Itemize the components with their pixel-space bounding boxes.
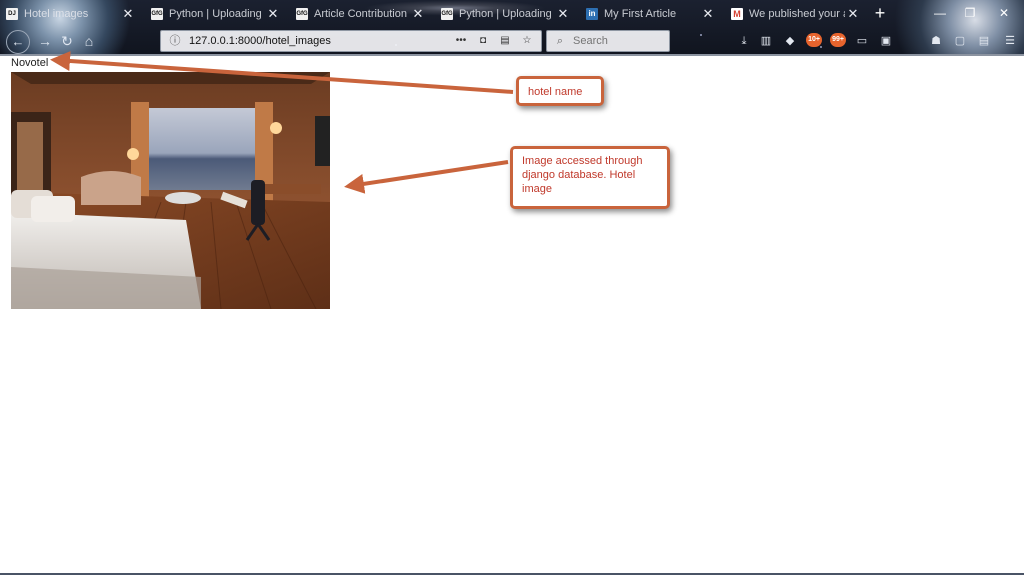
browser-chrome: DJ Hotel images ✕ GfG Python | Uploading… (0, 0, 1024, 56)
bookmark-star-icon[interactable]: ☆ (519, 34, 535, 48)
tab-title: Hotel images (24, 8, 89, 20)
search-icon: ⌕ (556, 34, 564, 47)
tab-hotel-images[interactable]: DJ Hotel images ✕ (0, 0, 142, 28)
back-arrow-icon[interactable]: ← (6, 30, 30, 54)
gfg-icon: GfG (441, 8, 453, 20)
arrow-to-hotel-image (344, 160, 509, 194)
gmail-icon: M (731, 8, 743, 20)
extension-icon[interactable]: ◆ (782, 33, 798, 49)
pocket-icon[interactable]: ◘ (475, 34, 491, 48)
tab-title: Python | Uploading im (169, 8, 265, 20)
gfg-icon: GfG (296, 8, 308, 20)
close-icon[interactable]: ✕ (410, 6, 426, 22)
hotel-name: Novotel (11, 57, 49, 69)
close-window-icon[interactable]: ✕ (994, 6, 1014, 22)
tab-title: Python | Uploading i (459, 8, 555, 20)
restore-icon[interactable]: ❐ (960, 6, 980, 22)
callout-hotel-name: hotel name (516, 76, 604, 106)
reader-view-icon[interactable]: ▤ (497, 34, 513, 48)
tab-python-uploading-2[interactable]: GfG Python | Uploading i ✕ (435, 0, 577, 28)
navigation-toolbar: ← → ↻ ⌂ ⓘ 127.0.0.1:8000/hotel_images ••… (0, 28, 1024, 54)
hamburger-menu-icon[interactable]: ☰ (1002, 33, 1018, 49)
hotel-image (11, 72, 330, 309)
tab-article-contribution[interactable]: GfG Article Contribution ✕ (290, 0, 432, 28)
screenshot-icon[interactable]: ▣ (878, 33, 894, 49)
ellipsis-icon[interactable]: ••• (453, 34, 469, 48)
close-icon[interactable]: ✕ (120, 6, 136, 22)
close-icon[interactable]: ✕ (265, 6, 281, 22)
extension-icon[interactable]: ▢ (952, 33, 968, 49)
extension-icon[interactable]: ☗ (928, 33, 944, 49)
toolbar-divider (0, 54, 1024, 56)
callout-hotel-image: Image accessed through django database. … (510, 146, 670, 209)
minimize-icon[interactable]: — (930, 6, 950, 22)
url-bar[interactable]: ⓘ 127.0.0.1:8000/hotel_images ••• ◘ ▤ ☆ (160, 30, 542, 52)
reload-icon[interactable]: ↻ (58, 32, 76, 50)
search-bar[interactable]: ⌕ (546, 30, 670, 52)
tab-title: We published your arti (749, 8, 845, 20)
download-icon[interactable]: ⤓ (736, 33, 752, 49)
close-icon[interactable]: ✕ (845, 6, 861, 22)
tab-we-published[interactable]: M We published your arti ✕ (725, 0, 867, 28)
info-icon[interactable]: ⓘ (167, 33, 183, 49)
tab-title: Article Contribution (314, 8, 407, 20)
sidebar-icon[interactable]: ▭ (854, 33, 870, 49)
close-icon[interactable]: ✕ (555, 6, 571, 22)
tab-strip: DJ Hotel images ✕ GfG Python | Uploading… (0, 0, 1024, 28)
search-input[interactable] (571, 34, 665, 48)
notification-badge[interactable]: 10+ (806, 33, 822, 47)
close-icon[interactable]: ✕ (700, 6, 716, 22)
linkedin-icon: in (586, 8, 598, 20)
library-icon[interactable]: ▥ (758, 33, 774, 49)
new-tab-button[interactable]: + (872, 4, 888, 22)
notification-badge[interactable]: 99+ (830, 33, 846, 47)
hotel-room-photo (11, 72, 330, 309)
url-text[interactable]: 127.0.0.1:8000/hotel_images (189, 35, 453, 47)
home-icon[interactable]: ⌂ (80, 32, 98, 50)
extension-icon[interactable]: ▤ (976, 33, 992, 49)
django-icon: DJ (6, 8, 18, 20)
tab-title: My First Article (604, 8, 677, 20)
tab-python-uploading[interactable]: GfG Python | Uploading im ✕ (145, 0, 287, 28)
tab-my-first-article[interactable]: in My First Article ✕ (580, 0, 722, 28)
gfg-icon: GfG (151, 8, 163, 20)
forward-arrow-icon[interactable]: → (36, 32, 54, 50)
